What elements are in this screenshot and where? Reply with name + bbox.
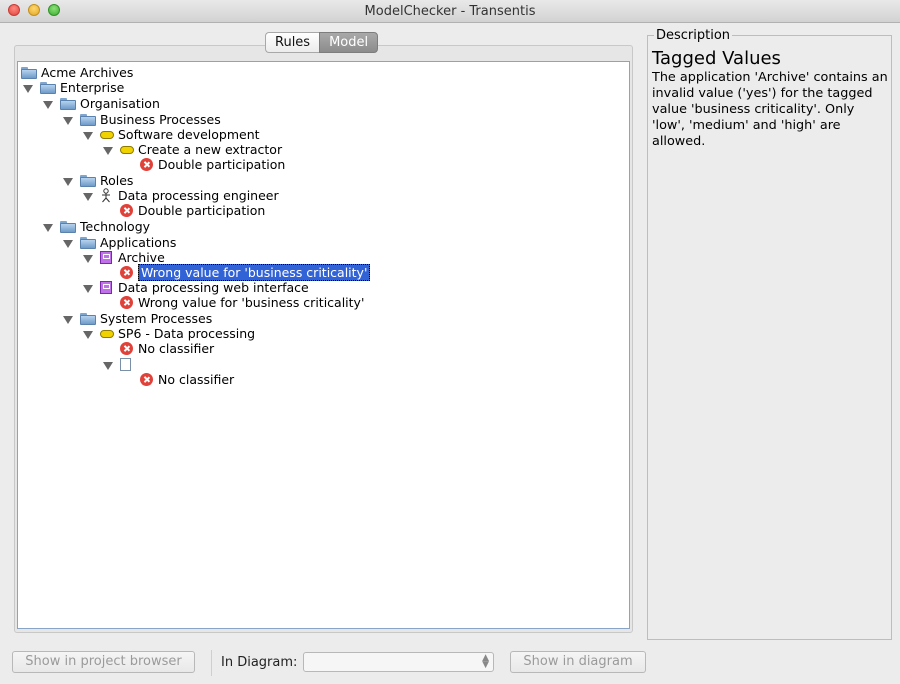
expand-arrow-icon[interactable] — [63, 316, 73, 324]
error-icon — [120, 342, 133, 355]
tab-rules[interactable]: Rules — [265, 32, 320, 53]
tree-node-label: System Processes — [100, 311, 213, 326]
tree-node-label: Technology — [80, 219, 151, 234]
show-in-diagram-button[interactable]: Show in diagram — [510, 651, 646, 673]
diagram-select[interactable]: ▲ ▼ — [303, 652, 494, 672]
tree-node-applications[interactable]: Applications — [80, 235, 176, 250]
expand-arrow-icon[interactable] — [83, 285, 93, 293]
document-icon — [120, 358, 131, 371]
model-tree[interactable]: Acme Archives Enterprise Organisation Bu… — [17, 61, 630, 629]
show-in-project-browser-button[interactable]: Show in project browser — [12, 651, 195, 673]
tree-node-organisation[interactable]: Organisation — [60, 96, 160, 111]
tree-node-label: Double participation — [138, 203, 266, 218]
expand-arrow-icon[interactable] — [83, 331, 93, 339]
tree-node-label: Wrong value for 'business criticality' — [138, 264, 371, 281]
description-text: The application 'Archive' contains an in… — [652, 70, 888, 149]
error-icon — [120, 266, 133, 279]
tree-node-roles[interactable]: Roles — [80, 173, 133, 188]
expand-arrow-icon[interactable] — [63, 178, 73, 186]
tree-node-data-processing-web-interface[interactable]: Data processing web interface — [100, 280, 309, 295]
tree-node-label: Wrong value for 'business criticality' — [138, 295, 365, 310]
title-bar: ModelChecker - Transentis — [0, 0, 900, 23]
tree-node-label: Enterprise — [60, 80, 125, 95]
folder-icon — [80, 174, 96, 187]
tree-node-data-processing-engineer[interactable]: Data processing engineer — [100, 188, 279, 203]
error-icon — [140, 373, 153, 386]
tree-node-label: Organisation — [80, 96, 160, 111]
tree-node-document[interactable] — [120, 357, 131, 372]
tree-node-label: Roles — [100, 173, 134, 188]
tree-node-business-processes[interactable]: Business Processes — [80, 112, 221, 127]
expand-arrow-icon[interactable] — [43, 101, 53, 109]
process-icon — [120, 145, 134, 154]
expand-arrow-icon[interactable] — [103, 147, 113, 155]
process-icon — [100, 329, 114, 338]
tree-node-error-selected[interactable]: Wrong value for 'business criticality' — [120, 264, 371, 281]
tree-node-error[interactable]: Double participation — [120, 203, 265, 218]
tree-node-error[interactable]: No classifier — [140, 372, 234, 387]
tree-node-label: SP6 - Data processing — [118, 326, 256, 341]
chevron-updown-icon: ▲ ▼ — [482, 653, 489, 670]
tree-node-label: No classifier — [158, 372, 235, 387]
tree-node-label: Archive — [118, 250, 165, 265]
tree-node-software-development[interactable]: Software development — [100, 127, 260, 142]
expand-arrow-icon[interactable] — [103, 362, 113, 370]
folder-icon — [60, 97, 76, 110]
error-icon — [120, 204, 133, 217]
tree-node-technology[interactable]: Technology — [60, 219, 150, 234]
bottom-toolbar: Show in project browser In Diagram: ▲ ▼ S… — [0, 648, 900, 678]
tab-model[interactable]: Model — [319, 32, 379, 53]
folder-icon — [40, 81, 56, 94]
tree-node-enterprise[interactable]: Enterprise — [40, 80, 124, 95]
actor-icon — [100, 188, 112, 203]
tree-node-error[interactable]: Double participation — [140, 157, 285, 172]
tree-node-acme-archives[interactable]: Acme Archives — [21, 65, 133, 80]
toolbar-divider — [211, 650, 212, 676]
application-icon — [100, 251, 112, 264]
tree-node-label: Business Processes — [100, 112, 221, 127]
tree-node-error[interactable]: Wrong value for 'business criticality' — [120, 295, 364, 310]
description-legend: Description — [654, 28, 733, 43]
folder-icon — [60, 220, 76, 233]
tree-node-label: Applications — [100, 235, 177, 250]
tree-node-label: Data processing engineer — [118, 188, 279, 203]
description-panel: Description Tagged Values The applicatio… — [647, 28, 892, 640]
folder-icon — [80, 113, 96, 126]
tree-node-label: Software development — [118, 127, 260, 142]
error-icon — [140, 158, 153, 171]
tree-node-label: Acme Archives — [41, 65, 134, 80]
expand-arrow-icon[interactable] — [63, 240, 73, 248]
description-title: Tagged Values — [652, 48, 781, 69]
tab-bar: Rules Model — [265, 32, 379, 53]
tree-node-label: Double participation — [158, 157, 286, 172]
expand-arrow-icon[interactable] — [83, 255, 93, 263]
expand-arrow-icon[interactable] — [63, 117, 73, 125]
window-title: ModelChecker - Transentis — [364, 4, 536, 19]
tree-node-label: Data processing web interface — [118, 280, 309, 295]
expand-arrow-icon[interactable] — [43, 224, 53, 232]
expand-arrow-icon[interactable] — [83, 132, 93, 140]
tree-node-error[interactable]: No classifier — [120, 341, 214, 356]
folder-icon — [80, 236, 96, 249]
tree-node-system-processes[interactable]: System Processes — [80, 311, 212, 326]
tree-node-label: Create a new extractor — [138, 142, 283, 157]
application-icon — [100, 281, 112, 294]
process-icon — [100, 130, 114, 139]
expand-arrow-icon[interactable] — [23, 85, 33, 93]
tree-node-archive[interactable]: Archive — [100, 250, 165, 265]
folder-icon — [80, 312, 96, 325]
in-diagram-label: In Diagram: — [221, 655, 298, 670]
expand-arrow-icon[interactable] — [83, 193, 93, 201]
error-icon — [120, 296, 133, 309]
tree-node-sp6-data-processing[interactable]: SP6 - Data processing — [100, 326, 255, 341]
folder-icon — [21, 66, 37, 79]
tree-node-create-extractor[interactable]: Create a new extractor — [120, 142, 282, 157]
tree-node-label: No classifier — [138, 341, 215, 356]
